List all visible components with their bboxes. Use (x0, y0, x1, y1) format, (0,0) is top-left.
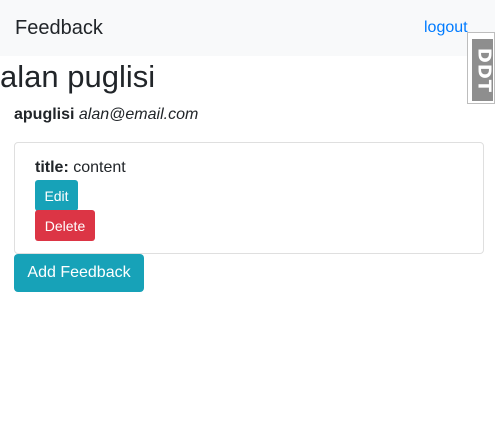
page-title: alan puglisi (0, 59, 156, 94)
edit-button[interactable]: Edit (35, 180, 78, 211)
feedback-title: title: content (35, 157, 126, 179)
add-feedback-button[interactable]: Add Feedback (14, 254, 144, 292)
navbar: Feedback logout (0, 0, 495, 56)
brand-link[interactable]: Feedback (15, 15, 103, 41)
debug-toolbar-label-bg: DDT (472, 39, 493, 101)
debug-toolbar-handle[interactable]: DDT (467, 32, 495, 104)
delete-button[interactable]: Delete (35, 210, 95, 241)
username: apuglisi (14, 106, 75, 123)
feedback-title-key: title: (35, 159, 69, 176)
user-email: alan@email.com (78, 106, 199, 123)
logout-link[interactable]: logout (424, 17, 468, 39)
user-info: apuglisi alan@email.com (14, 104, 198, 126)
debug-toolbar-label: DDT (473, 47, 494, 94)
feedback-card: title: content Edit Delete (14, 142, 484, 254)
feedback-title-value: content (73, 159, 126, 176)
